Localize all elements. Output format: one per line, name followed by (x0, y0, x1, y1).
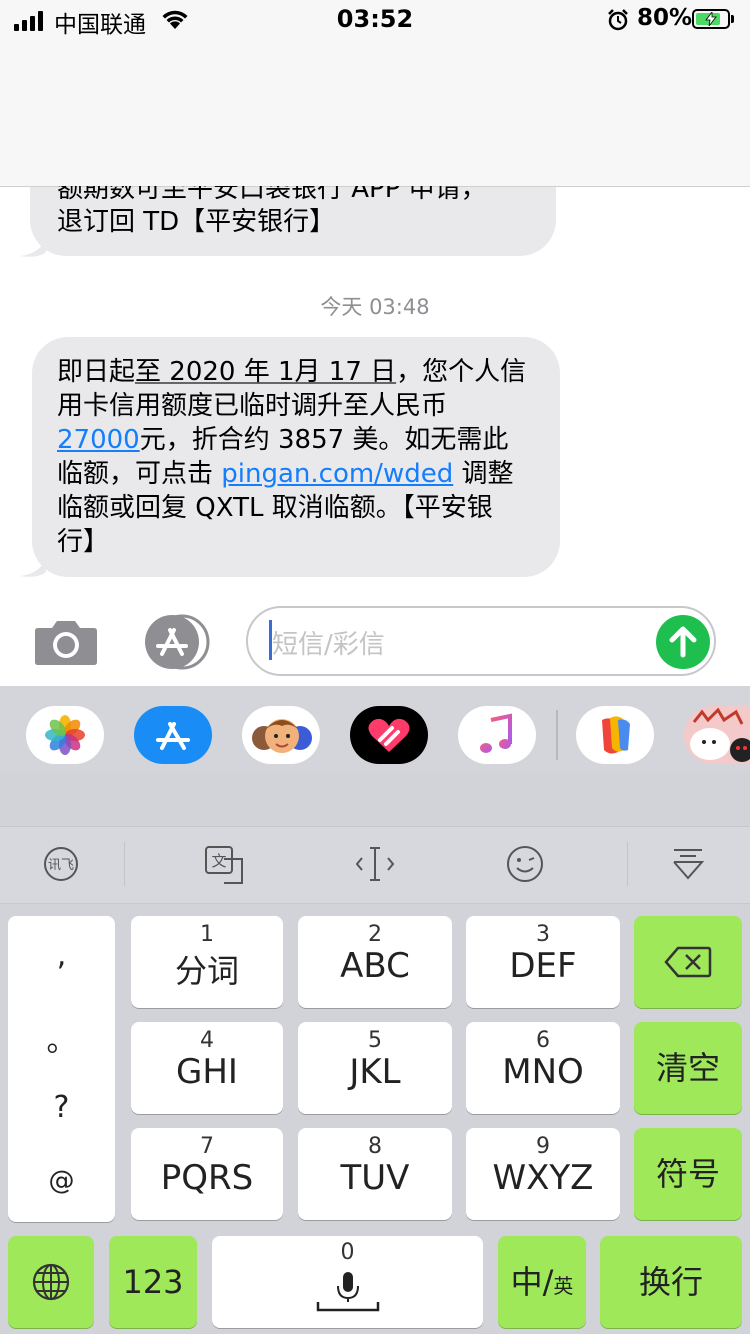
cursor-icon[interactable] (354, 846, 396, 882)
status-bar: 中国联通 03:52 80% (0, 0, 750, 40)
battery-percent: 80% (637, 5, 693, 31)
globe-icon (32, 1263, 70, 1301)
send-button[interactable] (656, 615, 710, 669)
svg-text:讯飞: 讯飞 (48, 858, 74, 873)
message-text: ，您个人信 (396, 357, 527, 387)
clear-key[interactable]: 清空 (634, 1022, 742, 1114)
key-number: 8 (368, 1134, 382, 1159)
key-number: 7 (200, 1134, 214, 1159)
space-key[interactable]: 0 (212, 1236, 483, 1328)
punctuation-at[interactable]: @ (8, 1166, 115, 1196)
number-switch-label: 123 (122, 1263, 184, 1301)
clear-key-label: 清空 (655, 1049, 720, 1087)
message-text-previous-line2: 退订回 TD【平安银行】 (57, 207, 336, 237)
message-line-2: 用卡信用额度已临时调升至人民币 (57, 391, 448, 421)
key-8[interactable]: 8 TUV (298, 1128, 452, 1220)
toolbar-divider (124, 842, 125, 886)
punctuation-comma[interactable]: , (8, 938, 115, 973)
key-label: ABC (340, 946, 410, 986)
app-strip-divider (556, 710, 558, 760)
arrow-up-icon (669, 626, 697, 658)
key-label: DEF (509, 946, 577, 986)
key-label: 分词 (174, 952, 239, 990)
key-number: 4 (200, 1028, 214, 1053)
key-number: 0 (340, 1240, 355, 1265)
key-9[interactable]: 9 WXYZ (466, 1128, 620, 1220)
message-text: 元，折合约 3857 美。如无需此 (139, 425, 509, 455)
xunfei-icon[interactable]: 讯飞 (42, 846, 80, 882)
key-number: 2 (368, 922, 382, 947)
key-label: MNO (502, 1052, 584, 1092)
backspace-icon (664, 946, 712, 978)
key-number: 9 (536, 1134, 550, 1159)
message-line-3: 27000元，折合约 3857 美。如无需此 (57, 423, 508, 457)
bubble-tail (20, 552, 46, 577)
backspace-key[interactable] (634, 916, 742, 1008)
symbols-key-label: 符号 (655, 1155, 720, 1193)
key-7[interactable]: 7 PQRS (131, 1128, 283, 1220)
key-label: GHI (176, 1052, 238, 1092)
animoji-sticker-icon[interactable] (684, 706, 750, 764)
message-line-6: 行】 (57, 527, 110, 557)
translate-icon[interactable]: 文 (204, 845, 246, 885)
alarm-clock-icon (608, 9, 628, 31)
key-1[interactable]: 1 分词 (131, 916, 283, 1008)
bubble-tail (20, 232, 46, 257)
key-number: 5 (368, 1028, 382, 1053)
language-switch-key[interactable]: 中/英 (498, 1236, 586, 1328)
charging-bolt-icon (705, 12, 717, 26)
message-text: 即日起 (57, 357, 136, 387)
svg-text:文: 文 (211, 852, 226, 870)
music-icon[interactable] (458, 706, 536, 764)
message-line-4: 临额，可点击 pingan.com/wded 调整 (57, 457, 513, 491)
symbols-key[interactable]: 符号 (634, 1128, 742, 1220)
camera-icon[interactable] (34, 618, 98, 666)
return-key[interactable]: 换行 (600, 1236, 742, 1328)
language-sub-label: 英 (553, 1274, 574, 1298)
message-text: 临额，可点击 (57, 459, 222, 489)
key-2[interactable]: 2 ABC (298, 916, 452, 1008)
key-3[interactable]: 3 DEF (466, 916, 620, 1008)
amount-link[interactable]: 27000 (57, 425, 140, 455)
punctuation-question[interactable]: ? (8, 1090, 115, 1125)
key-5[interactable]: 5 JKL (298, 1022, 452, 1114)
app-store-icon[interactable] (134, 706, 212, 764)
url-link[interactable]: pingan.com/wded (221, 459, 453, 489)
microphone-icon (316, 1272, 380, 1312)
message-line-5: 临额或回复 QXTL 取消临额。【平安银 (57, 493, 493, 523)
key-label: WXYZ (492, 1158, 594, 1198)
header-backdrop (0, 41, 750, 186)
battery-icon (692, 9, 730, 29)
app-drawer-icon[interactable] (140, 614, 212, 670)
message-input-placeholder: 短信/彩信 (272, 630, 385, 660)
collapse-keyboard-icon[interactable] (672, 846, 704, 882)
memoji-icon[interactable] (242, 706, 320, 764)
emoji-icon[interactable] (505, 844, 545, 884)
digital-touch-icon[interactable] (350, 706, 428, 764)
key-6[interactable]: 6 MNO (466, 1022, 620, 1114)
globe-key[interactable] (8, 1236, 94, 1328)
message-line-1: 即日起至 2020 年 1月 17 日，您个人信 (57, 355, 526, 389)
stickers-icon[interactable] (576, 706, 654, 764)
photos-icon[interactable] (26, 706, 104, 764)
key-number: 3 (536, 922, 550, 947)
number-switch-key[interactable]: 123 (109, 1236, 197, 1328)
key-label: TUV (340, 1158, 410, 1198)
punctuation-key-column[interactable]: , 。 ? @ (8, 916, 115, 1222)
punctuation-period[interactable]: 。 (8, 1016, 115, 1060)
language-main-label: 中/ (510, 1263, 554, 1301)
toolbar-divider (627, 842, 628, 886)
key-number: 1 (200, 922, 214, 947)
key-number: 6 (536, 1028, 550, 1053)
date-detected-text[interactable]: 至 2020 年 1月 17 日 (135, 357, 396, 387)
message-text: 调整 (453, 459, 514, 489)
battery-cap (731, 15, 734, 23)
message-timestamp: 今天 03:48 (320, 295, 430, 319)
key-label: PQRS (160, 1158, 254, 1198)
key-label: JKL (349, 1052, 401, 1092)
key-4[interactable]: 4 GHI (131, 1022, 283, 1114)
return-key-label: 换行 (638, 1263, 703, 1301)
